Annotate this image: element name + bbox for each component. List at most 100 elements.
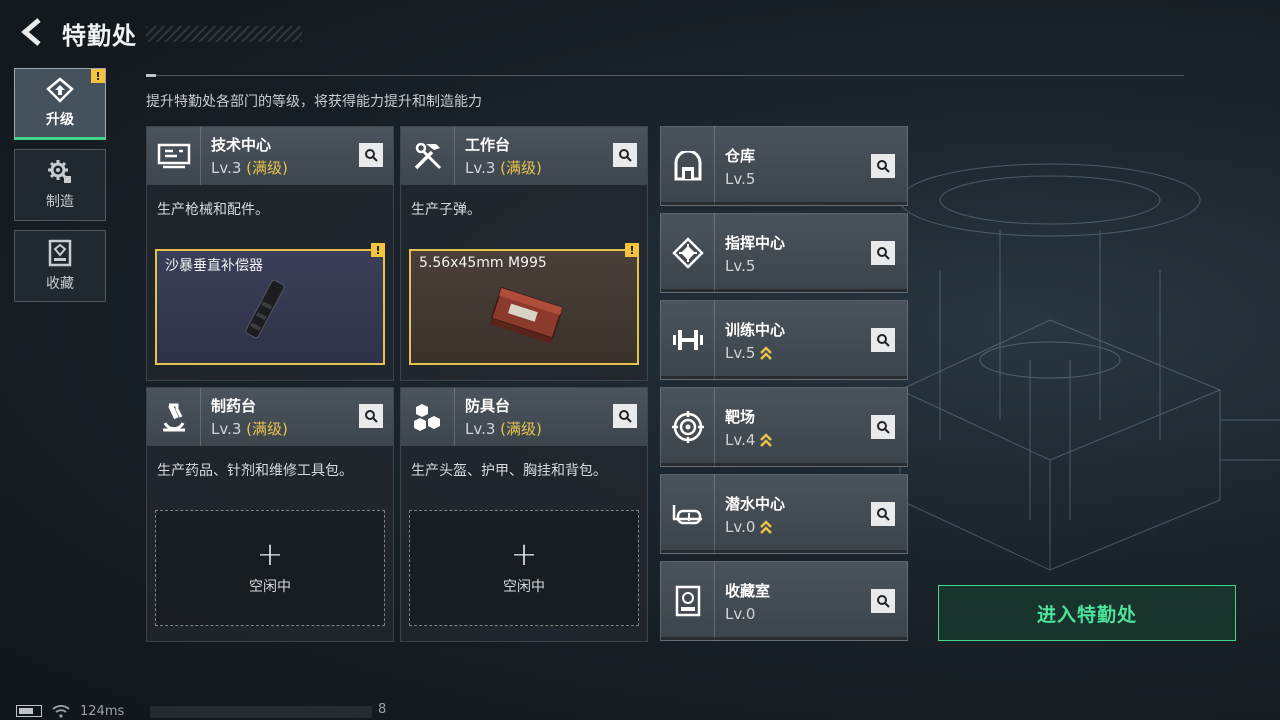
production-slot[interactable]: 沙暴垂直补偿器 ! — [155, 243, 385, 365]
facility-titles: 仓库 Lv.5 — [715, 145, 755, 188]
card-titles: 防具台 Lv.3 (满级) — [455, 395, 542, 439]
production-slot-empty[interactable]: + 空闲中 — [155, 510, 385, 626]
inspect-button[interactable] — [871, 328, 895, 352]
level-value: Lv.3 — [211, 420, 242, 438]
maxed-tag: (满级) — [500, 420, 542, 438]
card-name: 技术中心 — [211, 136, 272, 154]
facility-level: Lv.4 — [725, 431, 773, 449]
facility-name: 指挥中心 — [725, 233, 786, 252]
facility-titles: 训练中心 Lv.5 — [715, 319, 785, 362]
plus-icon: + — [510, 535, 538, 573]
target-icon — [671, 411, 704, 443]
inspect-button[interactable] — [613, 404, 637, 428]
level-value: Lv.4 — [725, 430, 756, 449]
facility-name: 收藏室 — [725, 581, 771, 600]
search-icon — [877, 160, 890, 173]
card-name: 制药台 — [211, 397, 257, 415]
search-icon — [877, 508, 890, 521]
production-slot-empty[interactable]: + 空闲中 — [409, 510, 639, 626]
nav-label-upgrade: 升级 — [46, 112, 74, 128]
facility-collection-room[interactable]: 收藏室 Lv.0 — [660, 561, 908, 641]
card-icon-box — [147, 388, 201, 446]
inspect-button[interactable] — [871, 241, 895, 265]
search-icon — [619, 149, 632, 162]
level-value: Lv.0 — [725, 604, 756, 623]
level-value: Lv.5 — [725, 169, 756, 188]
nav-item-craft[interactable]: 制造 — [14, 149, 106, 221]
facility-name: 潜水中心 — [725, 494, 786, 513]
ping-value: 124ms — [80, 703, 125, 719]
facility-icon-box — [661, 474, 715, 554]
tools-icon — [414, 142, 441, 170]
plus-icon: + — [256, 535, 284, 573]
collection-icon — [675, 585, 700, 617]
card-tech-center: 技术中心 Lv.3 (满级) 生产枪械和配件。 沙暴垂直补偿器 ! — [146, 126, 394, 381]
search-icon — [877, 595, 890, 608]
back-arrow-icon — [21, 18, 41, 46]
card-icon-box — [147, 127, 201, 185]
card-level: Lv.3 (满级) — [465, 418, 542, 439]
card-level: Lv.3 (满级) — [211, 418, 288, 439]
upgrade-available-icon — [760, 345, 773, 360]
maxed-tag: (满级) — [246, 159, 288, 177]
card-description: 生产头盔、护甲、胸挂和背包。 — [411, 463, 607, 479]
facility-icon-box — [661, 213, 715, 293]
search-icon — [877, 247, 890, 260]
card-level: Lv.3 (满级) — [465, 157, 542, 178]
facility-name: 训练中心 — [725, 320, 786, 339]
inspect-button[interactable] — [871, 415, 895, 439]
inspect-button[interactable] — [871, 154, 895, 178]
top-divider — [146, 74, 1184, 77]
inspect-button[interactable] — [359, 143, 383, 167]
facility-icon-box — [661, 387, 715, 467]
inspect-button[interactable] — [871, 502, 895, 526]
status-bar: 124ms 8 — [16, 702, 386, 720]
card-titles: 技术中心 Lv.3 (满级) — [201, 134, 288, 178]
facility-icon-box — [661, 300, 715, 380]
slot-empty-label: 空闲中 — [249, 579, 291, 595]
facility-warehouse[interactable]: 仓库 Lv.5 — [660, 126, 908, 206]
level-value: Lv.0 — [725, 517, 756, 536]
card-icon-box — [401, 388, 455, 446]
facility-shooting-range[interactable]: 靶场 Lv.4 — [660, 387, 908, 467]
facility-name: 仓库 — [725, 146, 756, 165]
facility-training-center[interactable]: 训练中心 Lv.5 — [660, 300, 908, 380]
status-track — [150, 706, 372, 718]
card-header: 制药台 Lv.3 (满级) — [147, 388, 393, 446]
inspect-button[interactable] — [871, 589, 895, 613]
nav-item-upgrade[interactable]: 升级 ! — [14, 68, 106, 140]
header: 特勤处 — [0, 0, 1280, 64]
page-description: 提升特勤处各部门的等级，将获得能力提升和制造能力 — [146, 94, 482, 110]
card-workbench: 工作台 Lv.3 (满级) 生产子弹。 5.56x45mm M995 ! — [400, 126, 648, 381]
card-description: 生产子弹。 — [411, 202, 481, 218]
facility-level: Lv.0 — [725, 518, 785, 536]
search-icon — [365, 149, 378, 162]
inspect-button[interactable] — [359, 404, 383, 428]
level-value: Lv.5 — [725, 256, 756, 275]
microscope-icon — [162, 403, 185, 432]
card-icon-box — [401, 127, 455, 185]
card-level: Lv.3 (满级) — [211, 157, 288, 178]
facility-level: Lv.5 — [725, 257, 785, 275]
facility-diving-center[interactable]: 潜水中心 Lv.0 — [660, 474, 908, 554]
facility-titles: 收藏室 Lv.0 — [715, 580, 770, 623]
facility-command-center[interactable]: 指挥中心 Lv.5 — [660, 213, 908, 293]
facility-level: Lv.5 — [725, 170, 755, 188]
level-value: Lv.5 — [725, 343, 756, 362]
enter-special-ops-button[interactable]: 进入特勤处 — [938, 585, 1236, 641]
chip-icon — [671, 237, 704, 269]
facility-titles: 指挥中心 Lv.5 — [715, 232, 785, 275]
collection-icon — [48, 239, 72, 267]
upgrade-icon — [46, 77, 74, 103]
nav-item-collection[interactable]: 收藏 — [14, 230, 106, 302]
blocks-icon — [413, 404, 440, 431]
nav-label-collection: 收藏 — [46, 276, 74, 292]
slot-empty-label: 空闲中 — [503, 579, 545, 595]
back-button[interactable] — [14, 14, 50, 50]
dumbbell-icon — [672, 330, 703, 350]
facility-icon-box — [661, 561, 715, 641]
production-slot[interactable]: 5.56x45mm M995 ! — [409, 243, 639, 365]
search-icon — [877, 334, 890, 347]
goggles-icon — [672, 505, 702, 525]
inspect-button[interactable] — [613, 143, 637, 167]
